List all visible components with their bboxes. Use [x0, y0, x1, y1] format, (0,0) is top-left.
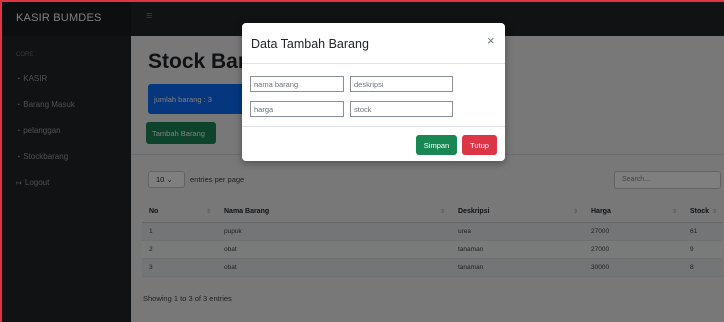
description-field[interactable]: [350, 76, 453, 92]
item-name-field[interactable]: [250, 76, 344, 92]
close-icon[interactable]: ×: [487, 33, 495, 48]
modal-footer-divider: [242, 126, 505, 127]
cancel-button[interactable]: Tutup: [462, 135, 497, 155]
window-border-top: [0, 0, 724, 2]
modal-title: Data Tambah Barang: [251, 37, 369, 51]
add-item-modal: Data Tambah Barang × Simpan Tutup: [242, 23, 505, 161]
save-button[interactable]: Simpan: [416, 135, 457, 155]
price-field[interactable]: [250, 101, 344, 117]
stock-field[interactable]: [350, 101, 453, 117]
window-border-left: [0, 0, 2, 322]
modal-header-divider: [242, 63, 505, 64]
